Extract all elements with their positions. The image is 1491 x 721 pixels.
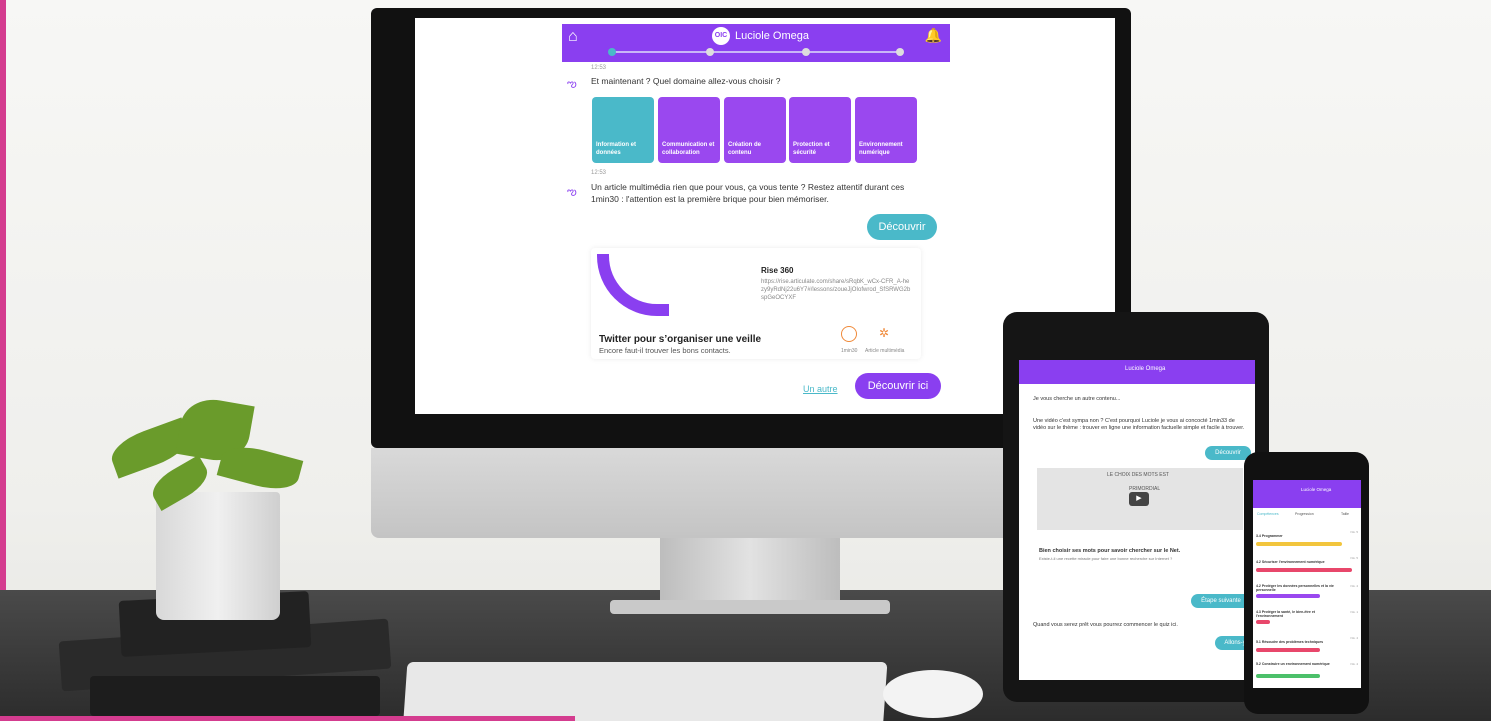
domain-card[interactable]: Communication et collaboration (658, 97, 720, 163)
skill-label: 5.1 Résoudre des problèmes techniques (1256, 640, 1324, 644)
discover-button[interactable]: Découvrir (867, 214, 937, 240)
tablet-header: Luciole Omega (1019, 360, 1255, 384)
skill-bar (1256, 648, 1320, 652)
home-icon[interactable]: ⌂ (568, 28, 578, 46)
scene: ⌂ OIC Luciole Omega 🔔 12:53 ఌ Et mainten… (0, 0, 1491, 721)
skill-label: 4.3 Protéger la santé, le bien-être et l… (1256, 610, 1315, 618)
tablet-screen: Luciole Omega Je vous cherche un autre c… (1019, 360, 1255, 680)
tablet-app-title: Luciole Omega (1125, 366, 1166, 372)
clock-icon (841, 326, 857, 342)
book (90, 676, 380, 716)
monitor-stand (660, 538, 840, 608)
tablet-discover-button[interactable]: Découvrir (1205, 446, 1251, 460)
tablet-message: Je vous cherche un autre contenu... (1033, 396, 1121, 402)
tab-progression[interactable]: Progression (1295, 512, 1314, 516)
bot-icon: ఌ (567, 186, 577, 198)
video-caption: LE CHOIX DES MOTS EST (1107, 472, 1169, 478)
skill-level: Niv. 5 (1350, 556, 1358, 560)
tab-competences[interactable]: Compétences (1257, 512, 1279, 516)
skill-bar (1256, 620, 1270, 624)
keyboard (402, 662, 888, 721)
domain-label: Environnement numérique (859, 142, 903, 156)
skill-level: Niv. 4 (1350, 636, 1358, 640)
skill-bar (1256, 674, 1320, 678)
app-title: Luciole Omega (735, 30, 809, 42)
article-subtitle: Encore faut-il trouver les bons contacts… (599, 346, 731, 355)
article-site: Rise 360 (761, 266, 794, 275)
article-duration: 1min30 (841, 348, 858, 354)
phone-header: Luciole Omega (1253, 480, 1361, 508)
phone: Luciole Omega Compétences Progression Ta… (1244, 452, 1369, 714)
skill-bar (1256, 594, 1320, 598)
article-card[interactable]: Rise 360 https://rise.articulate.com/sha… (591, 248, 921, 359)
article-thumbnail (597, 254, 669, 316)
message-time: 12:53 (591, 170, 607, 176)
skill-level: Niv. 5 (1350, 530, 1358, 534)
network-icon: ✲ (879, 326, 890, 340)
message-time: 12:53 (591, 65, 607, 71)
article-title: Twitter pour s’organiser une veille (599, 334, 762, 345)
plant-leaf (216, 440, 304, 496)
progress-step (608, 48, 616, 56)
bot-message: Et maintenant ? Quel domaine allez-vous … (591, 76, 781, 86)
skill-label: 5.2 Construire un environnement numériqu… (1256, 662, 1330, 666)
tab-taille[interactable]: Taille (1341, 512, 1349, 516)
skill-bar (1256, 542, 1342, 546)
tablet-message: Une vidéo c'est sympa non ? C'est pourqu… (1033, 418, 1245, 431)
video-player[interactable]: LE CHOIX DES MOTS EST PRIMORDIAL ▶ (1037, 468, 1243, 530)
progress-step (706, 48, 714, 56)
mouse (883, 670, 983, 718)
progress-step (802, 48, 810, 56)
skill-level: Niv. 4 (1350, 584, 1358, 588)
skill-level: Niv. 1 (1350, 610, 1358, 614)
domain-card[interactable]: Protection et sécurité (789, 97, 851, 163)
domain-label: Information et données (596, 142, 636, 156)
domain-card[interactable]: Information et données (592, 97, 654, 163)
domain-label: Création de contenu (728, 142, 762, 156)
skill-label: 3.4 Programmer (1256, 534, 1283, 538)
next-step-button[interactable]: Étape suivante (1191, 594, 1251, 608)
video-subtitle: Existe-t-il une recette miracle pour fai… (1039, 556, 1173, 561)
monitor-foot (610, 600, 890, 614)
domain-card[interactable]: Création de contenu (724, 97, 786, 163)
domain-card[interactable]: Environnement numérique (855, 97, 917, 163)
skill-bar (1256, 568, 1352, 572)
domain-label: Communication et collaboration (662, 142, 715, 156)
bot-message: Un article multimédia rien que pour vous… (591, 182, 905, 204)
article-type: Article multimédia (865, 348, 905, 354)
skill-label: 4.2 Sécuriser l'environnement numérique (1256, 560, 1325, 564)
play-icon[interactable]: ▶ (1129, 492, 1149, 506)
tablet-message: Quand vous serez prêt vous pourrez comme… (1033, 622, 1178, 628)
brand-border-bottom (0, 716, 575, 721)
bell-icon[interactable]: 🔔 (925, 27, 942, 44)
phone-app-title: Luciole Omega (1301, 487, 1332, 492)
bot-icon: ఌ (567, 78, 577, 90)
progress-track (608, 48, 904, 56)
discover-here-button[interactable]: Découvrir ici (855, 373, 941, 399)
phone-screen: Luciole Omega Compétences Progression Ta… (1253, 480, 1361, 688)
logo: OIC (712, 27, 730, 45)
app-header: ⌂ OIC Luciole Omega 🔔 (562, 24, 950, 62)
video-title: Bien choisir ses mots pour savoir cherch… (1039, 548, 1181, 554)
progress-step (896, 48, 904, 56)
plant-pot (156, 492, 280, 620)
skill-level: Niv. 4 (1350, 662, 1358, 666)
tablet: Luciole Omega Je vous cherche un autre c… (1003, 312, 1269, 702)
skill-label: 4.2 Protéger les données personnelles et… (1256, 584, 1334, 592)
domain-label: Protection et sécurité (793, 142, 830, 156)
article-url[interactable]: https://rise.articulate.com/share/sRqbK_… (761, 278, 911, 302)
other-link[interactable]: Un autre (803, 384, 838, 394)
